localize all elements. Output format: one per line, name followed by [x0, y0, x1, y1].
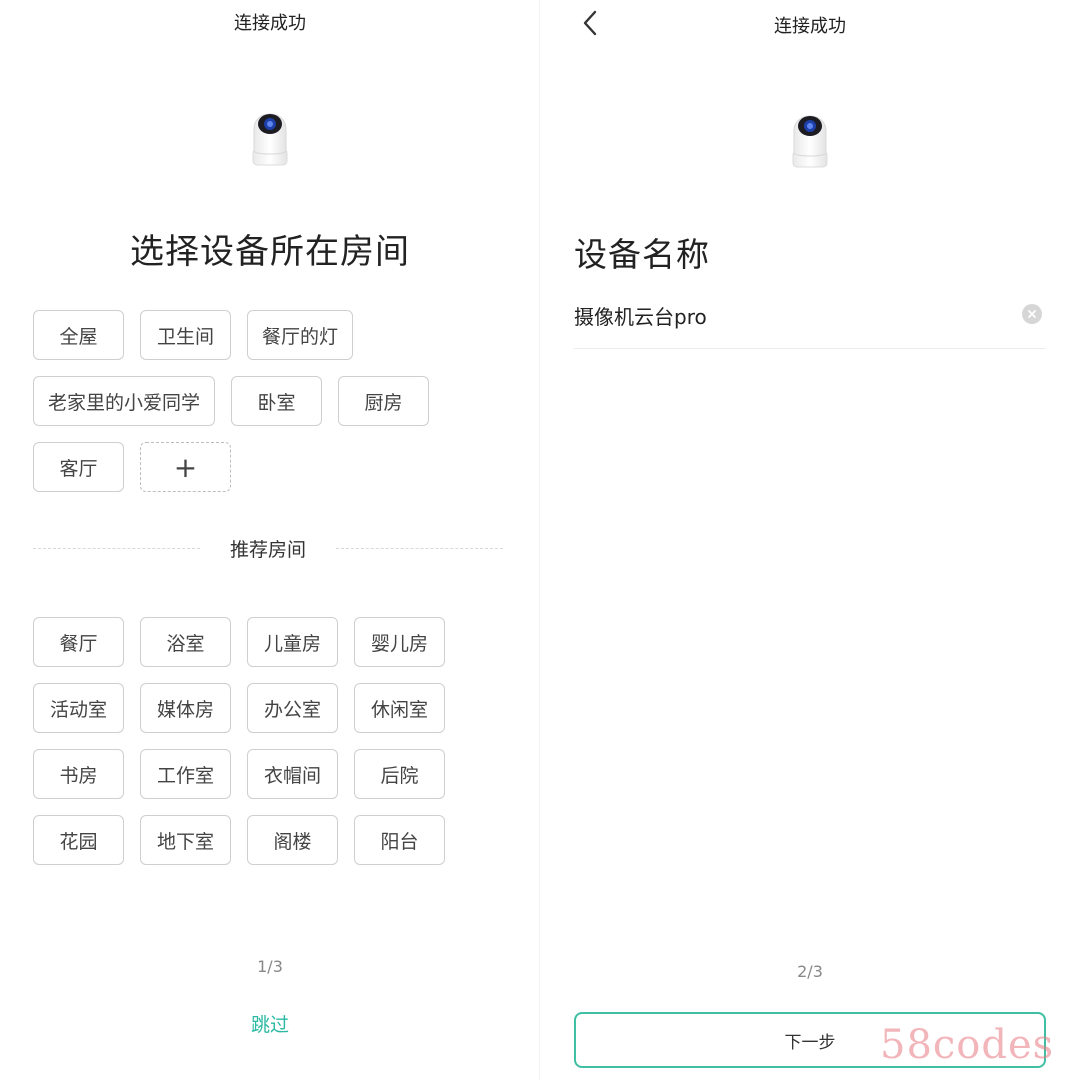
recommended-room-chip[interactable]: 浴室 — [140, 617, 231, 667]
room-select-screen: 连接成功 选择设备所在房间 全屋 卫生间 餐厅的灯 老家里的小爱同学 卧室 厨房… — [0, 0, 540, 1080]
step-indicator: 1/3 — [257, 957, 283, 976]
recommended-room-chip[interactable]: 后院 — [354, 749, 445, 799]
recommended-rooms-title: 推荐房间 — [230, 538, 307, 561]
recommended-room-chip[interactable]: 衣帽间 — [247, 749, 338, 799]
clear-x-glyph — [1028, 310, 1036, 318]
device-name-field — [574, 300, 1046, 349]
device-name-input[interactable] — [574, 300, 1004, 330]
recommended-room-chip[interactable]: 书房 — [33, 749, 124, 799]
security-camera-icon — [252, 113, 288, 166]
room-chip[interactable]: 客厅 — [33, 442, 124, 492]
room-chip[interactable]: 老家里的小爱同学 — [33, 376, 216, 426]
room-chip[interactable]: 卧室 — [231, 376, 323, 426]
room-chip[interactable]: 全屋 — [33, 310, 124, 360]
recommended-room-chip[interactable]: 阳台 — [354, 815, 445, 865]
clear-x-icon[interactable] — [1022, 304, 1042, 324]
divider-line — [336, 547, 504, 549]
room-chip[interactable]: 卫生间 — [140, 310, 231, 360]
recommended-room-chip[interactable]: 办公室 — [247, 683, 338, 733]
recommended-rooms-list: 餐厅 浴室 儿童房 婴儿房 活动室 媒体房 办公室 休闲室 书房 工作室 衣帽间… — [33, 617, 503, 865]
my-rooms-list: 全屋 卫生间 餐厅的灯 老家里的小爱同学 卧室 厨房 客厅 + — [33, 310, 503, 492]
page-title: 连接成功 — [234, 13, 306, 34]
step-indicator: 2/3 — [797, 962, 823, 981]
divider-line — [33, 547, 200, 549]
device-name-screen: 连接成功 设备名称 2/3 下一步 — [540, 0, 1080, 1080]
recommended-room-chip[interactable]: 儿童房 — [247, 617, 338, 667]
room-chip[interactable]: 餐厅的灯 — [247, 310, 354, 360]
skip-button[interactable]: 跳过 — [0, 1010, 540, 1037]
watermark: 58codes — [880, 1022, 1055, 1068]
recommended-room-chip[interactable]: 花园 — [33, 815, 124, 865]
security-camera-icon — [792, 115, 828, 168]
recommended-room-chip[interactable]: 活动室 — [33, 683, 124, 733]
add-room-button[interactable]: + — [140, 442, 231, 492]
recommended-rooms-divider: 推荐房间 — [33, 535, 504, 561]
device-name-heading: 设备名称 — [574, 235, 710, 274]
recommended-room-chip[interactable]: 阁楼 — [247, 815, 338, 865]
recommended-room-chip[interactable]: 婴儿房 — [354, 617, 445, 667]
page-title: 连接成功 — [774, 16, 846, 37]
recommended-room-chip[interactable]: 工作室 — [140, 749, 231, 799]
room-select-heading: 选择设备所在房间 — [130, 232, 410, 272]
recommended-room-chip[interactable]: 餐厅 — [33, 617, 124, 667]
recommended-room-chip[interactable]: 休闲室 — [354, 683, 445, 733]
recommended-room-chip[interactable]: 地下室 — [140, 815, 231, 865]
room-chip[interactable]: 厨房 — [338, 376, 430, 426]
recommended-room-chip[interactable]: 媒体房 — [140, 683, 231, 733]
